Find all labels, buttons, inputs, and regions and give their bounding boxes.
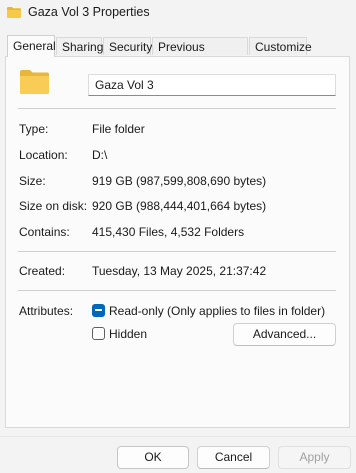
folder-icon <box>7 7 21 18</box>
folder-large-icon <box>20 70 49 94</box>
hidden-checkbox[interactable] <box>92 327 105 340</box>
footer-divider <box>0 436 356 437</box>
created-label: Created: <box>19 264 66 278</box>
tab-customize[interactable]: Customize <box>249 37 312 55</box>
separator <box>18 251 336 252</box>
attributes-label: Attributes: <box>19 304 74 318</box>
tab-strip: General Sharing Security Previous Versio… <box>0 35 356 72</box>
advanced-button[interactable]: Advanced... <box>233 323 336 346</box>
tab-previous-versions[interactable]: Previous Versions <box>152 37 248 72</box>
location-label: Location: <box>19 148 68 162</box>
tab-general[interactable]: General <box>7 35 56 57</box>
contains-value: 415,430 Files, 4,532 Folders <box>92 225 245 239</box>
separator <box>18 290 336 291</box>
tab-sharing[interactable]: Sharing <box>56 37 103 55</box>
created-value: Tuesday, 13 May 2025, 21:37:42 <box>92 264 267 278</box>
location-value: D:\ <box>92 148 108 162</box>
readonly-label[interactable]: Read-only (Only applies to files in fold… <box>109 304 325 318</box>
separator <box>18 108 336 109</box>
general-panel <box>5 56 350 428</box>
ok-button[interactable]: OK <box>117 446 189 469</box>
tab-security[interactable]: Security <box>103 37 152 55</box>
apply-button[interactable]: Apply <box>278 446 351 469</box>
cancel-button[interactable]: Cancel <box>197 446 270 469</box>
size-value: 919 GB (987,599,808,690 bytes) <box>92 174 267 188</box>
size-label: Size: <box>19 174 46 188</box>
type-label: Type: <box>19 122 49 136</box>
folder-name-input[interactable] <box>88 74 336 96</box>
size-on-disk-label: Size on disk: <box>19 199 88 213</box>
type-value: File folder <box>92 122 145 136</box>
hidden-label[interactable]: Hidden <box>109 327 147 341</box>
size-on-disk-value: 920 GB (988,444,401,664 bytes) <box>92 199 267 213</box>
title-bar: Gaza Vol 3 Properties <box>0 0 356 28</box>
window-title: Gaza Vol 3 Properties <box>28 5 150 19</box>
contains-label: Contains: <box>19 225 70 239</box>
readonly-checkbox[interactable] <box>92 304 105 317</box>
